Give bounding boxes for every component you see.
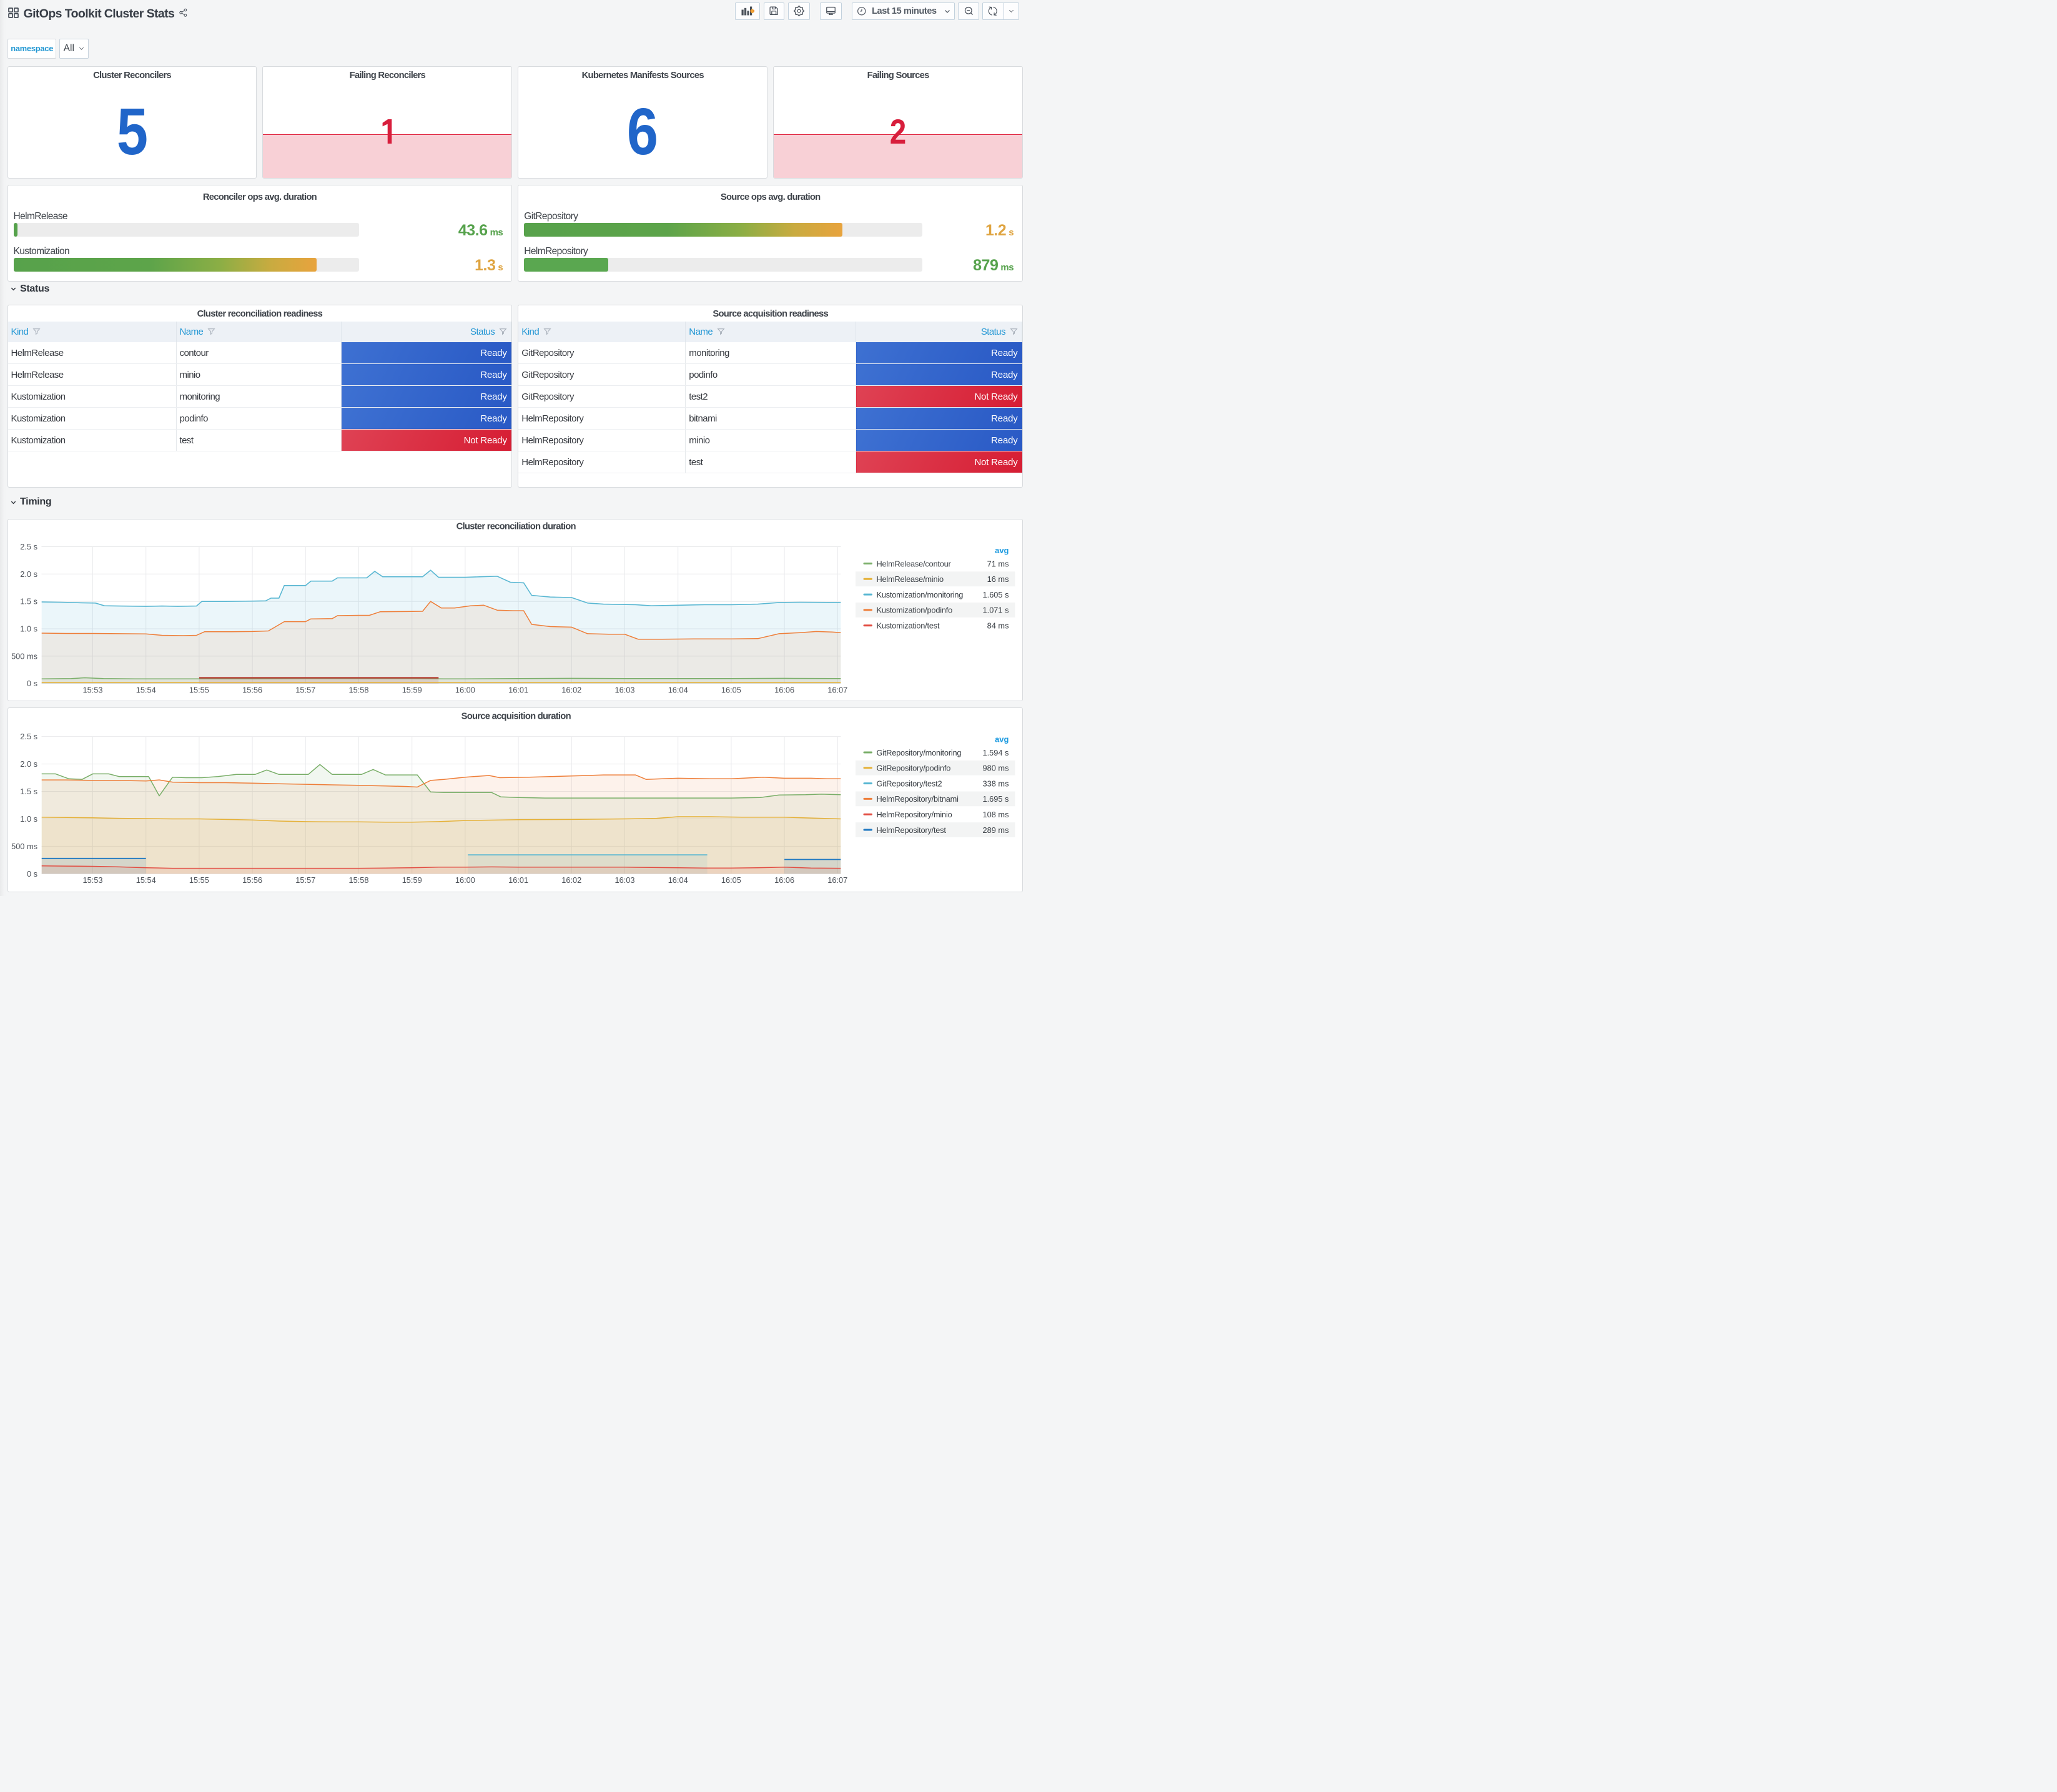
svg-text:16:07: 16:07	[827, 685, 847, 694]
svg-text:15:56: 15:56	[242, 875, 262, 885]
svg-text:HelmRelease/minio: HelmRelease/minio	[876, 574, 944, 584]
svg-text:16:00: 16:00	[455, 685, 475, 694]
svg-text:15:55: 15:55	[189, 685, 209, 694]
svg-text:avg: avg	[995, 734, 1009, 744]
svg-text:84 ms: 84 ms	[987, 621, 1009, 630]
svg-text:16 ms: 16 ms	[987, 574, 1009, 584]
svg-text:Kustomization/test: Kustomization/test	[876, 621, 939, 630]
svg-text:GitRepository/podinfo: GitRepository/podinfo	[876, 763, 950, 772]
svg-text:16:04: 16:04	[668, 685, 688, 694]
svg-text:108 ms: 108 ms	[982, 810, 1009, 819]
svg-text:HelmRepository/bitnami: HelmRepository/bitnami	[876, 794, 958, 804]
svg-text:HelmRelease/contour: HelmRelease/contour	[876, 559, 951, 568]
svg-text:289 ms: 289 ms	[982, 825, 1009, 834]
svg-text:15:59: 15:59	[402, 685, 422, 694]
svg-text:1.594 s: 1.594 s	[982, 747, 1009, 757]
svg-text:Kustomization/podinfo: Kustomization/podinfo	[876, 605, 952, 614]
svg-text:16:05: 16:05	[721, 875, 741, 885]
svg-text:16:02: 16:02	[561, 685, 581, 694]
svg-text:15:57: 15:57	[295, 685, 315, 694]
svg-text:15:56: 15:56	[242, 685, 262, 694]
svg-text:Cluster reconciliation duratio: Cluster reconciliation duration	[456, 521, 576, 531]
svg-text:16:04: 16:04	[668, 875, 688, 885]
svg-text:16:07: 16:07	[827, 875, 847, 885]
svg-text:GitRepository/monitoring: GitRepository/monitoring	[876, 747, 961, 757]
svg-text:71 ms: 71 ms	[987, 559, 1009, 568]
svg-text:15:55: 15:55	[189, 875, 209, 885]
svg-text:16:00: 16:00	[455, 875, 475, 885]
svg-text:15:54: 15:54	[136, 875, 155, 885]
svg-text:HelmRepository/test: HelmRepository/test	[876, 825, 946, 834]
svg-text:500 ms: 500 ms	[11, 651, 37, 661]
svg-text:15:58: 15:58	[348, 875, 368, 885]
svg-text:16:06: 16:06	[774, 875, 794, 885]
svg-text:2.5 s: 2.5 s	[20, 732, 37, 741]
svg-text:16:03: 16:03	[614, 685, 634, 694]
svg-text:16:03: 16:03	[614, 875, 634, 885]
svg-text:500 ms: 500 ms	[11, 841, 37, 850]
svg-text:15:53: 15:53	[82, 875, 102, 885]
svg-text:1.605 s: 1.605 s	[982, 589, 1009, 599]
svg-text:15:54: 15:54	[136, 685, 155, 694]
svg-text:Source acquisition duration: Source acquisition duration	[461, 711, 571, 721]
svg-text:0 s: 0 s	[26, 679, 37, 688]
svg-text:16:05: 16:05	[721, 685, 741, 694]
svg-text:1.071 s: 1.071 s	[982, 605, 1009, 614]
svg-text:16:02: 16:02	[561, 875, 581, 885]
svg-text:avg: avg	[995, 546, 1009, 555]
svg-text:GitRepository/test2: GitRepository/test2	[876, 779, 942, 788]
svg-text:15:58: 15:58	[348, 685, 368, 694]
svg-text:1.5 s: 1.5 s	[20, 596, 37, 606]
svg-text:15:59: 15:59	[402, 875, 422, 885]
svg-text:0 s: 0 s	[26, 869, 37, 878]
svg-text:338 ms: 338 ms	[982, 779, 1009, 788]
svg-text:Kustomization/monitoring: Kustomization/monitoring	[876, 589, 963, 599]
svg-text:2.5 s: 2.5 s	[20, 541, 37, 551]
svg-text:1.0 s: 1.0 s	[20, 624, 37, 633]
svg-text:2.0 s: 2.0 s	[20, 759, 37, 769]
svg-text:1.0 s: 1.0 s	[20, 814, 37, 824]
svg-text:2.0 s: 2.0 s	[20, 569, 37, 578]
svg-text:15:57: 15:57	[295, 875, 315, 885]
svg-text:HelmRepository/minio: HelmRepository/minio	[876, 810, 952, 819]
svg-text:980 ms: 980 ms	[982, 763, 1009, 772]
svg-text:15:53: 15:53	[82, 685, 102, 694]
svg-text:16:01: 16:01	[508, 875, 528, 885]
svg-text:1.695 s: 1.695 s	[982, 794, 1009, 804]
svg-text:16:06: 16:06	[774, 685, 794, 694]
svg-text:16:01: 16:01	[508, 685, 528, 694]
svg-text:1.5 s: 1.5 s	[20, 787, 37, 796]
